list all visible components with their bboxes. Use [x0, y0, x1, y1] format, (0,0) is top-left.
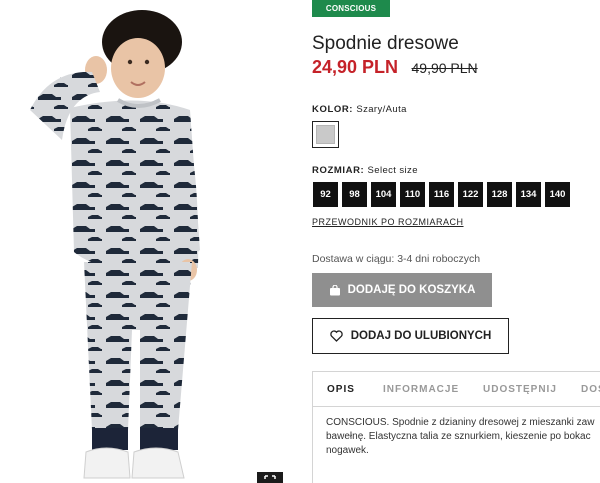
tab-opis[interactable]: OPIS — [327, 372, 355, 407]
size-option-92[interactable]: 92 — [313, 182, 338, 207]
product-image[interactable] — [0, 0, 295, 483]
size-option-110[interactable]: 110 — [400, 182, 425, 207]
size-option-122[interactable]: 122 — [458, 182, 483, 207]
original-price: 49,90 PLN — [411, 60, 478, 76]
heart-icon — [330, 330, 343, 342]
color-value: Szary/Auta — [356, 104, 407, 115]
color-label-row: KOLOR: Szary/Auta — [312, 104, 407, 115]
size-option-104[interactable]: 104 — [371, 182, 396, 207]
expand-icon — [264, 475, 276, 479]
size-guide-link[interactable]: PRZEWODNIK PO ROZMIARACH — [312, 217, 464, 227]
size-placeholder: Select size — [367, 165, 418, 176]
tab-dostawa[interactable]: DOS — [581, 372, 600, 407]
add-to-favorites-label: DODAJ DO ULUBIONYCH — [350, 330, 492, 342]
size-options: 92 98 104 110 116 122 128 134 140 — [313, 182, 570, 207]
size-option-98[interactable]: 98 — [342, 182, 367, 207]
size-option-134[interactable]: 134 — [516, 182, 541, 207]
bag-icon — [329, 284, 340, 295]
add-to-cart-label: DODAJĘ DO KOSZYKA — [347, 284, 476, 296]
product-title: Spodnie dresowe — [312, 33, 459, 54]
tab-bar: OPIS INFORMACJE UDOSTĘPNIJ DOS — [313, 372, 600, 407]
color-label: KOLOR: — [312, 104, 354, 115]
color-swatch-grey[interactable] — [312, 121, 339, 148]
price-row: 24,90 PLN 49,90 PLN — [312, 57, 478, 78]
swatch-fill — [316, 125, 335, 144]
size-option-128[interactable]: 128 — [487, 182, 512, 207]
size-option-140[interactable]: 140 — [545, 182, 570, 207]
zoom-button[interactable] — [257, 472, 283, 483]
add-to-favorites-button[interactable]: DODAJ DO ULUBIONYCH — [312, 318, 509, 354]
add-to-cart-button[interactable]: DODAJĘ DO KOSZYKA — [312, 273, 492, 307]
tab-udostepnij[interactable]: UDOSTĘPNIJ — [483, 372, 557, 407]
product-tabs: OPIS INFORMACJE UDOSTĘPNIJ DOS CONSCIOUS… — [312, 371, 600, 483]
delivery-info: Dostawa w ciągu: 3-4 dni roboczych — [312, 253, 481, 265]
size-label-row: ROZMIAR: Select size — [312, 165, 418, 176]
product-description: CONSCIOUS. Spodnie z dzianiny dresowej z… — [326, 417, 595, 456]
tab-informacje[interactable]: INFORMACJE — [383, 372, 459, 407]
sale-price: 24,90 PLN — [312, 57, 399, 77]
size-option-116[interactable]: 116 — [429, 182, 454, 207]
product-info-panel: CONSCIOUS Spodnie dresowe 24,90 PLN 49,9… — [312, 0, 600, 483]
conscious-badge: CONSCIOUS — [312, 0, 390, 17]
size-label: ROZMIAR: — [312, 165, 365, 176]
